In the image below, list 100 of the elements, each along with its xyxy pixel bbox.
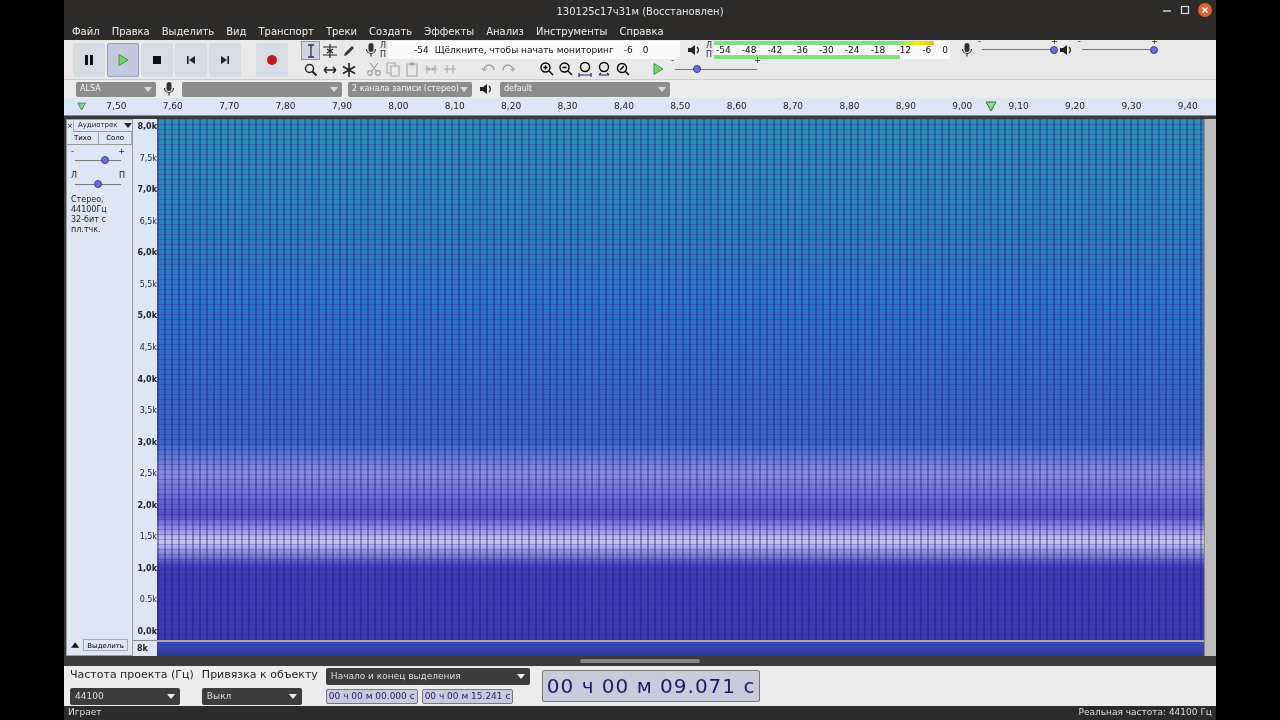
- close-icon[interactable]: [1198, 3, 1212, 17]
- meter-tick: 0: [942, 44, 948, 55]
- ruler-label: 8,50: [670, 101, 691, 112]
- status-text: Играет: [68, 706, 102, 720]
- ruler-label: 8,90: [895, 101, 916, 112]
- slider-thumb[interactable]: [94, 180, 102, 188]
- selection-start-time[interactable]: 00 ч 00 м 00.000 с: [325, 688, 418, 705]
- ruler-label: 7,90: [331, 101, 352, 112]
- selection-end-time[interactable]: 00 ч 00 м 15.241 с: [421, 688, 514, 705]
- frequency-label: 7,0k: [137, 184, 157, 197]
- ruler-label: 9,30: [1121, 101, 1142, 112]
- menu-item[interactable]: Файл: [66, 23, 106, 39]
- frequency-label: 2,0k: [137, 499, 157, 512]
- microphone-icon: [960, 41, 975, 58]
- frequency-label: 1,5k: [139, 531, 157, 544]
- playhead-marker-icon: [77, 101, 87, 112]
- menu-item[interactable]: Инструменты: [529, 23, 614, 39]
- menu-item[interactable]: Треки: [319, 23, 364, 39]
- track-info: Стерео, 44100Гц: [71, 195, 108, 215]
- skip-start-button[interactable]: [175, 43, 207, 77]
- slider-max-label: +: [118, 148, 125, 156]
- ruler-label: 8,10: [444, 101, 465, 112]
- frequency-label: 4,0k: [137, 373, 157, 386]
- caret-icon[interactable]: [516, 673, 525, 679]
- frequency-label: 8,0k: [137, 121, 157, 133]
- slider-min-label: -: [71, 148, 74, 156]
- record-icon: [265, 53, 279, 67]
- caret-icon[interactable]: [288, 693, 297, 699]
- menu-item[interactable]: Вид: [220, 23, 253, 39]
- record-button[interactable]: [256, 43, 288, 77]
- skip-start-icon: [184, 53, 198, 67]
- ruler-label: 8,80: [839, 101, 860, 112]
- selection-mode-dropdown[interactable]: Начало и конец выделения: [325, 667, 530, 685]
- menu-item[interactable]: Справка: [613, 23, 670, 39]
- slider-thumb[interactable]: [101, 156, 110, 164]
- copy-icon: [384, 61, 401, 78]
- actual-rate-text: Реальная частота: 44100 Гц: [1078, 706, 1212, 720]
- playhead-marker-icon: [985, 101, 997, 112]
- pause-button[interactable]: [73, 43, 105, 77]
- meter-tick: -12: [896, 44, 912, 55]
- meter-tick: -48: [741, 44, 757, 55]
- meter-tick: -18: [870, 44, 886, 55]
- ruler-label: 8,20: [501, 101, 522, 112]
- clipboard-icon: [403, 61, 420, 78]
- menu-item[interactable]: Создать: [363, 23, 419, 39]
- channel-label: Л: [380, 40, 386, 50]
- slider-thumb[interactable]: [693, 65, 702, 74]
- window-title: 130125с17ч31м (Восстановлен): [556, 4, 724, 19]
- ruler-label: 7,50: [106, 101, 127, 112]
- microphone-icon: [162, 81, 176, 97]
- envelope-tool-button[interactable]: [320, 41, 339, 60]
- menu-item[interactable]: Анализ: [480, 23, 530, 39]
- dropdown-arrow-icon[interactable]: [124, 122, 132, 129]
- playback-meter[interactable]: -54 -48 -42 -36 -30 -24 -18 -12 -6 0: [714, 40, 951, 59]
- scissors-icon: [365, 61, 382, 78]
- collapse-icon[interactable]: [71, 641, 80, 649]
- stop-button[interactable]: [141, 43, 173, 77]
- snap-dropdown[interactable]: Выкл: [201, 687, 302, 705]
- horizontal-scrollbar[interactable]: [580, 659, 700, 663]
- zoom-toggle-icon: [614, 61, 631, 78]
- zoom-selection-button[interactable]: [575, 59, 594, 79]
- channel-label: П: [706, 49, 713, 59]
- field-label: Привязка к объекту: [201, 667, 318, 684]
- menu-item[interactable]: Эффекты: [418, 23, 481, 39]
- slider-thumb[interactable]: [1150, 45, 1159, 54]
- ruler-label: 9,10: [1008, 101, 1029, 112]
- slider-thumb[interactable]: [1050, 45, 1059, 54]
- ruler-label: 8,40: [613, 101, 634, 112]
- select-tool-button[interactable]: [301, 41, 320, 60]
- slider-max-label: П: [119, 172, 125, 180]
- caret-icon[interactable]: [167, 693, 175, 699]
- zoom-in-icon: [538, 61, 555, 78]
- skip-end-button[interactable]: [209, 43, 241, 77]
- frequency-label: 3,0k: [137, 436, 157, 449]
- zoom-out-icon: [557, 61, 574, 78]
- slider-min-label: Л: [71, 172, 77, 180]
- meter-tick: -6: [623, 44, 633, 55]
- meter-tick: 0: [642, 44, 649, 55]
- maximize-icon[interactable]: [1180, 5, 1190, 15]
- play-icon: [650, 62, 665, 77]
- skip-end-icon: [218, 53, 232, 67]
- menu-item[interactable]: Правка: [105, 23, 156, 39]
- ruler-label: 9,00: [952, 101, 973, 112]
- frequency-label: 2,5k: [139, 468, 157, 481]
- menu-item[interactable]: Транспорт: [252, 23, 320, 39]
- frequency-label: 5,5k: [139, 278, 157, 291]
- stop-icon: [150, 53, 164, 67]
- pause-icon: [82, 53, 96, 67]
- magnifier-icon: [302, 61, 319, 78]
- slider-min-label: -: [1078, 37, 1081, 46]
- menu-item[interactable]: Выделить: [155, 23, 221, 39]
- project-rate-dropdown[interactable]: 44100: [70, 687, 180, 705]
- envelope-icon: [321, 42, 338, 59]
- audio-position-time[interactable]: 00 ч 00 м 09.071 с: [541, 670, 761, 702]
- vertical-scrollbar[interactable]: [1204, 119, 1216, 656]
- field-label: Частота проекта (Гц): [70, 667, 194, 684]
- monitoring-prompt: Щёлкните, чтобы начать мониторинг: [434, 44, 614, 55]
- recording-meter[interactable]: -54 Щёлкните, чтобы начать мониторинг -6 0: [388, 40, 680, 59]
- channel-label: Л: [706, 40, 713, 50]
- frequency-label: 1,0k: [137, 562, 157, 575]
